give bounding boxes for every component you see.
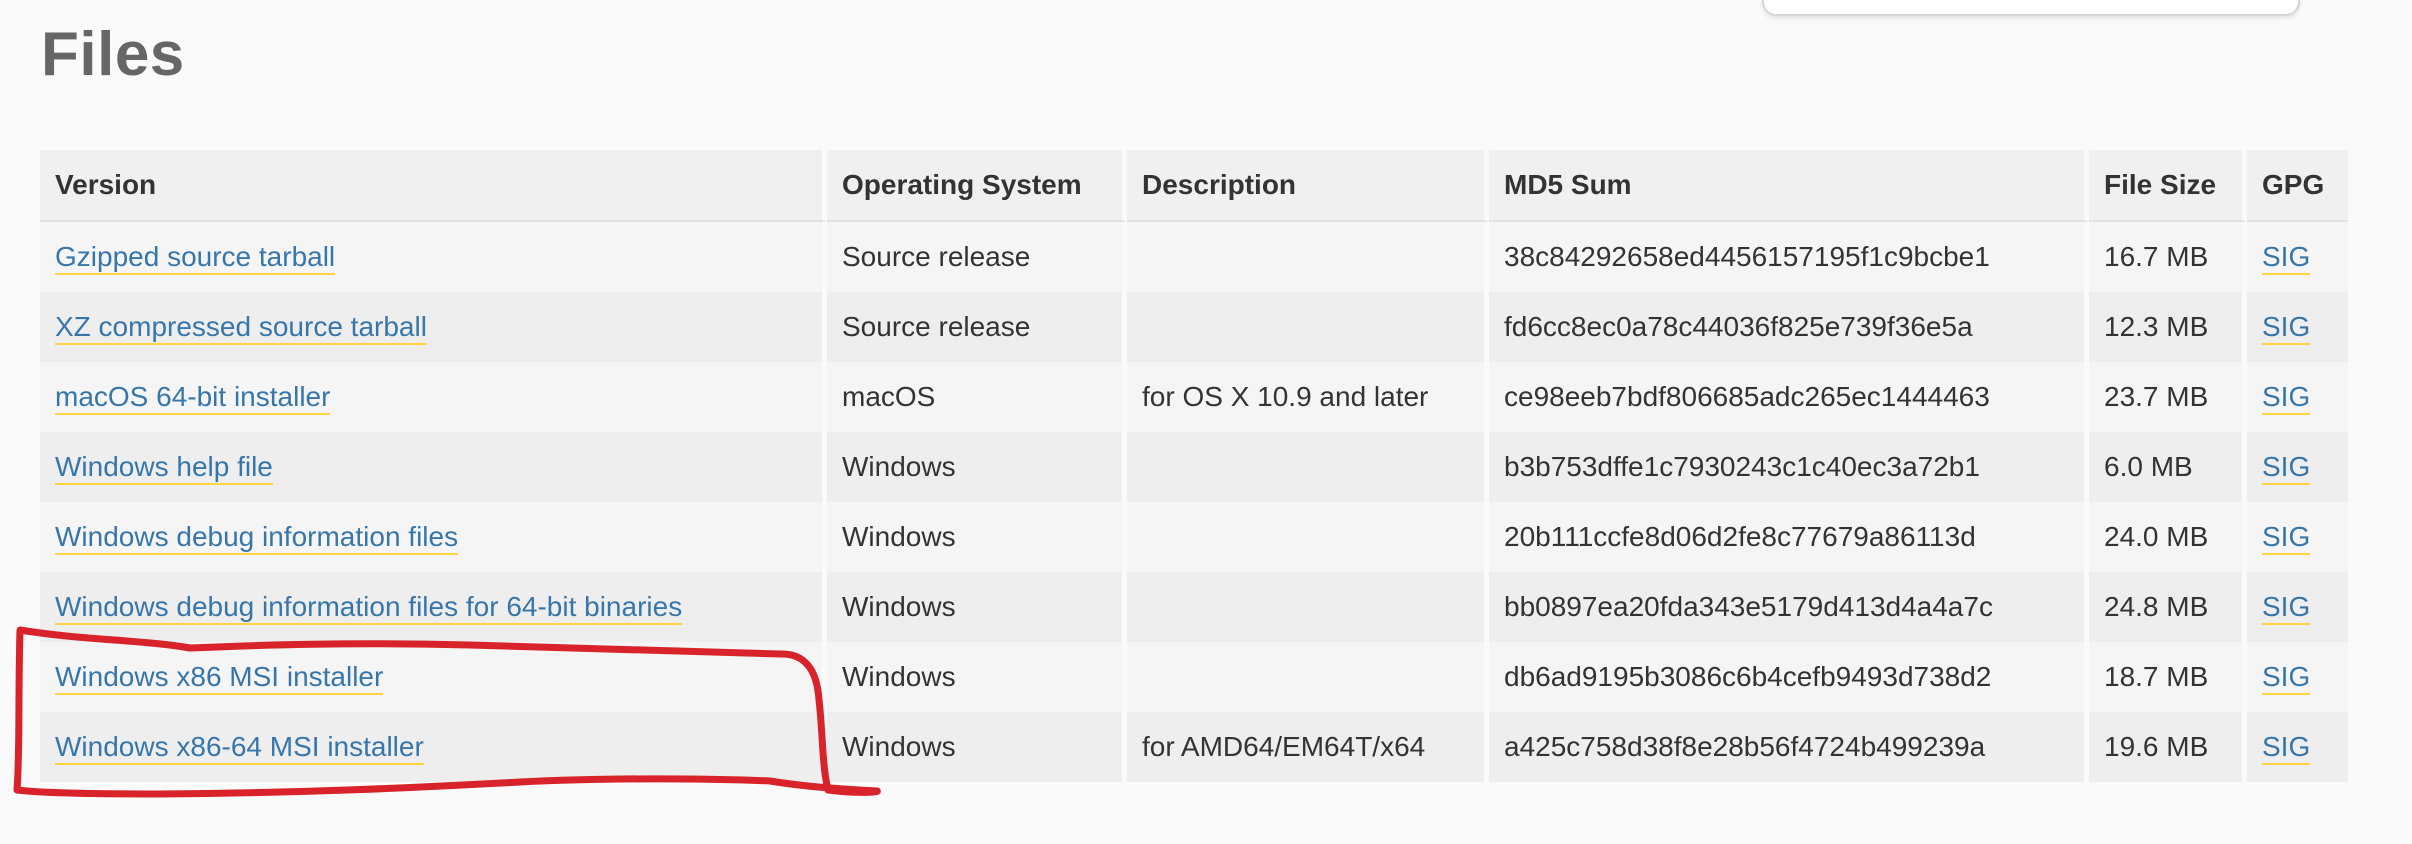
file-size-cell: 12.3 MB <box>2089 292 2247 362</box>
description-cell <box>1127 502 1489 572</box>
column-header-md5: MD5 Sum <box>1489 150 2089 222</box>
gpg-cell: SIG <box>2247 642 2348 712</box>
sig-link[interactable]: SIG <box>2262 591 2311 625</box>
page-title: Files <box>41 20 185 89</box>
files-table: Version Operating System Description MD5… <box>40 150 2348 782</box>
description-cell <box>1127 222 1489 292</box>
version-cell: Windows debug information files for 64-b… <box>40 572 827 642</box>
file-size-cell: 24.8 MB <box>2089 572 2247 642</box>
gpg-cell: SIG <box>2247 572 2348 642</box>
table-row: XZ compressed source tarball Source rele… <box>40 292 2348 362</box>
os-cell: Windows <box>827 502 1127 572</box>
description-cell: for AMD64/EM64T/x64 <box>1127 712 1489 782</box>
file-size-cell: 24.0 MB <box>2089 502 2247 572</box>
table-row: Windows help file Windows b3b753dffe1c79… <box>40 432 2348 502</box>
column-header-version: Version <box>40 150 827 222</box>
sig-link[interactable]: SIG <box>2262 521 2311 555</box>
md5-cell: ce98eeb7bdf806685adc265ec1444463 <box>1489 362 2089 432</box>
os-cell: Windows <box>827 432 1127 502</box>
table-row: Gzipped source tarball Source release 38… <box>40 222 2348 292</box>
table-row: Windows debug information files Windows … <box>40 502 2348 572</box>
md5-cell: fd6cc8ec0a78c44036f825e739f36e5a <box>1489 292 2089 362</box>
file-size-cell: 6.0 MB <box>2089 432 2247 502</box>
version-cell: Windows x86 MSI installer <box>40 642 827 712</box>
description-cell: for OS X 10.9 and later <box>1127 362 1489 432</box>
os-cell: Windows <box>827 572 1127 642</box>
version-cell: Windows x86-64 MSI installer <box>40 712 827 782</box>
download-link[interactable]: Windows x86-64 MSI installer <box>55 731 424 765</box>
table-row: macOS 64-bit installer macOS for OS X 10… <box>40 362 2348 432</box>
file-size-cell: 23.7 MB <box>2089 362 2247 432</box>
download-link[interactable]: Windows help file <box>55 451 273 485</box>
os-cell: macOS <box>827 362 1127 432</box>
download-link[interactable]: Windows debug information files <box>55 521 459 555</box>
gpg-cell: SIG <box>2247 432 2348 502</box>
os-cell: Windows <box>827 712 1127 782</box>
sig-link[interactable]: SIG <box>2262 661 2311 695</box>
table-header-row: Version Operating System Description MD5… <box>40 150 2348 222</box>
sig-link[interactable]: SIG <box>2262 451 2311 485</box>
column-header-file-size: File Size <box>2089 150 2247 222</box>
md5-cell: a425c758d38f8e28b56f4724b499239a <box>1489 712 2089 782</box>
file-size-cell: 19.6 MB <box>2089 712 2247 782</box>
table-row: Windows x86 MSI installer Windows db6ad9… <box>40 642 2348 712</box>
column-header-description: Description <box>1127 150 1489 222</box>
md5-cell: db6ad9195b3086c6b4cefb9493d738d2 <box>1489 642 2089 712</box>
os-cell: Source release <box>827 222 1127 292</box>
sig-link[interactable]: SIG <box>2262 381 2311 415</box>
os-cell: Source release <box>827 292 1127 362</box>
md5-cell: b3b753dffe1c7930243c1c40ec3a72b1 <box>1489 432 2089 502</box>
download-link[interactable]: Gzipped source tarball <box>55 241 336 275</box>
file-size-cell: 16.7 MB <box>2089 222 2247 292</box>
description-cell <box>1127 642 1489 712</box>
md5-cell: bb0897ea20fda343e5179d413d4a4a7c <box>1489 572 2089 642</box>
download-link[interactable]: XZ compressed source tarball <box>55 311 427 345</box>
version-cell: Windows help file <box>40 432 827 502</box>
version-cell: XZ compressed source tarball <box>40 292 827 362</box>
download-link[interactable]: macOS 64-bit installer <box>55 381 331 415</box>
version-cell: macOS 64-bit installer <box>40 362 827 432</box>
search-box[interactable] <box>1762 0 2300 16</box>
gpg-cell: SIG <box>2247 502 2348 572</box>
column-header-gpg: GPG <box>2247 150 2348 222</box>
gpg-cell: SIG <box>2247 712 2348 782</box>
version-cell: Windows debug information files <box>40 502 827 572</box>
description-cell <box>1127 432 1489 502</box>
download-link[interactable]: Windows x86 MSI installer <box>55 661 384 695</box>
description-cell <box>1127 292 1489 362</box>
table-row: Windows debug information files for 64-b… <box>40 572 2348 642</box>
file-size-cell: 18.7 MB <box>2089 642 2247 712</box>
sig-link[interactable]: SIG <box>2262 731 2311 765</box>
gpg-cell: SIG <box>2247 222 2348 292</box>
download-link[interactable]: Windows debug information files for 64-b… <box>55 591 683 625</box>
gpg-cell: SIG <box>2247 292 2348 362</box>
md5-cell: 38c84292658ed4456157195f1c9bcbe1 <box>1489 222 2089 292</box>
version-cell: Gzipped source tarball <box>40 222 827 292</box>
gpg-cell: SIG <box>2247 362 2348 432</box>
sig-link[interactable]: SIG <box>2262 311 2311 345</box>
table-row: Windows x86-64 MSI installer Windows for… <box>40 712 2348 782</box>
os-cell: Windows <box>827 642 1127 712</box>
md5-cell: 20b111ccfe8d06d2fe8c77679a86113d <box>1489 502 2089 572</box>
column-header-os: Operating System <box>827 150 1127 222</box>
sig-link[interactable]: SIG <box>2262 241 2311 275</box>
description-cell <box>1127 572 1489 642</box>
